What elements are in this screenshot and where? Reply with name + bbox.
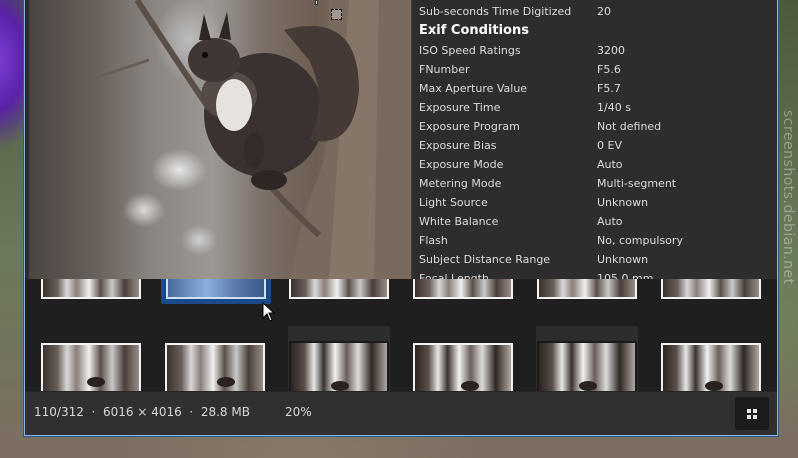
thumbnail[interactable] [413, 279, 513, 299]
exif-row: Exposure Time 1/40 s [419, 98, 769, 117]
exif-value: 3200 [597, 44, 625, 57]
exif-row: Exposure Bias 0 EV [419, 136, 769, 155]
thumbnail[interactable] [413, 343, 513, 391]
image-dimensions: 6016 × 4016 [102, 405, 182, 419]
thumbnail[interactable] [289, 341, 389, 391]
selection-marker[interactable] [331, 9, 342, 20]
exif-row: Subject Distance Range Unknown [419, 250, 769, 269]
exif-key: Focal Length [419, 272, 489, 279]
thumbnail[interactable] [41, 279, 141, 299]
file-size: 28.8 MB [200, 405, 250, 419]
exif-value: 1/40 s [597, 101, 631, 114]
exif-value: 0 EV [597, 139, 622, 152]
exif-row: Max Aperture Value F5.7 [419, 79, 769, 98]
thumbnail-strip [25, 279, 777, 391]
exif-value: Unknown [597, 253, 649, 266]
status-info: 110/312 · 6016 × 4016 · 28.8 MB [34, 405, 250, 419]
exif-value: Auto [597, 215, 623, 228]
exif-key: Flash [419, 234, 448, 247]
exif-key: Metering Mode [419, 177, 502, 190]
exif-row: Sub-seconds Time Digitized 20 [419, 2, 769, 21]
exif-value: 105.0 mm [597, 272, 654, 279]
exif-key: Max Aperture Value [419, 82, 528, 95]
exif-row: Focal Length 105.0 mm [419, 269, 769, 279]
main-photo[interactable] [29, 0, 411, 279]
separator: · [189, 405, 194, 419]
exif-key: Exposure Mode [419, 158, 504, 171]
exif-row: Flash No, compulsory [419, 231, 769, 250]
exif-value: Not defined [597, 120, 662, 133]
exif-key: FNumber [419, 63, 470, 76]
exif-value: F5.6 [597, 63, 621, 76]
exif-info-panel: Sub-seconds Time Digitized 20 Exif Condi… [411, 0, 777, 279]
exif-value: No, compulsory [597, 234, 683, 247]
grid-view-button[interactable] [735, 397, 769, 430]
exif-key: White Balance [419, 215, 499, 228]
exif-key: ISO Speed Ratings [419, 44, 521, 57]
exif-key: Light Source [419, 196, 488, 209]
exif-row: Exposure Mode Auto [419, 155, 769, 174]
watermark: screenshots.debian.net [780, 110, 796, 285]
exif-row: ISO Speed Ratings 3200 [419, 41, 769, 60]
zoom-level[interactable]: 20% [285, 405, 312, 419]
exif-row: Light Source Unknown [419, 193, 769, 212]
exif-key: Exposure Time [419, 101, 501, 114]
exif-row: White Balance Auto [419, 212, 769, 231]
thumbnail[interactable] [537, 341, 637, 391]
thumbnail[interactable] [661, 279, 761, 299]
image-position: 110/312 [34, 405, 84, 419]
exif-key: Exposure Bias [419, 139, 497, 152]
exif-value: 20 [597, 5, 611, 18]
grid-view-icon [747, 409, 757, 419]
exif-key: Exposure Program [419, 120, 520, 133]
exif-row: Metering Mode Multi-segment [419, 174, 769, 193]
viewer-area: Sub-seconds Time Digitized 20 Exif Condi… [25, 0, 777, 279]
thumbnail[interactable] [661, 343, 761, 391]
thumbnail[interactable] [537, 279, 637, 299]
exif-value: Multi-segment [597, 177, 677, 190]
exif-row: Exposure Program Not defined [419, 117, 769, 136]
mouse-pointer-icon [262, 302, 276, 322]
exif-value: F5.7 [597, 82, 621, 95]
exif-key: Subject Distance Range [419, 253, 551, 266]
separator: · [91, 405, 96, 419]
image-viewer-window: Sub-seconds Time Digitized 20 Exif Condi… [24, 0, 778, 436]
thumbnail[interactable] [41, 343, 141, 391]
exif-key: Sub-seconds Time Digitized [419, 5, 572, 18]
thumbnail[interactable] [289, 279, 389, 299]
status-bar: 110/312 · 6016 × 4016 · 28.8 MB 20% [25, 391, 777, 435]
exif-section-title: Exif Conditions [419, 23, 529, 38]
thumbnail[interactable] [165, 343, 265, 391]
selection-handle[interactable] [315, 0, 318, 5]
exif-row: FNumber F5.6 [419, 60, 769, 79]
thumbnail-selected[interactable] [161, 279, 271, 304]
exif-value: Auto [597, 158, 623, 171]
exif-value: Unknown [597, 196, 649, 209]
photo-content [88, 0, 411, 279]
